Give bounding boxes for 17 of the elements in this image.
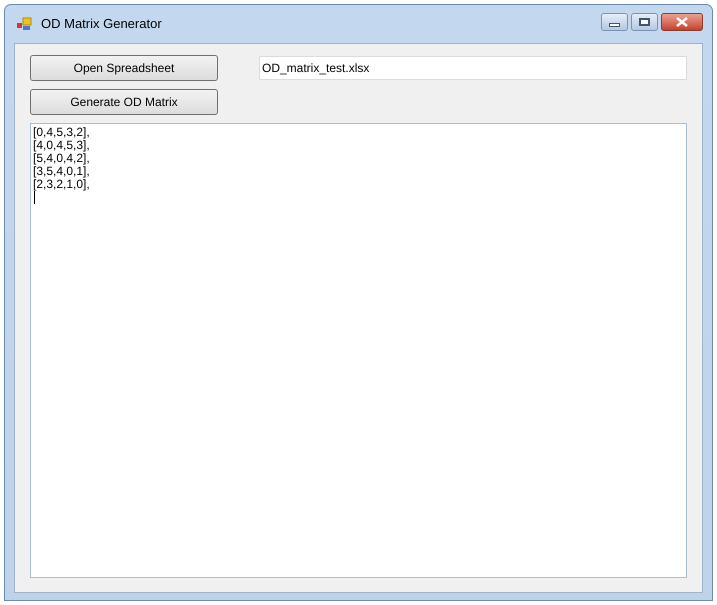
window-title: OD Matrix Generator xyxy=(41,15,162,34)
matrix-row-text: [4,0,4,5,3], xyxy=(33,139,90,152)
matrix-row-text: [3,5,4,0,1], xyxy=(33,165,90,178)
matrix-row-text: [0,4,5,3,2], xyxy=(33,126,90,139)
maximize-icon xyxy=(639,18,650,26)
close-button[interactable] xyxy=(661,13,703,31)
matrix-row-text: [2,3,2,1,0], xyxy=(33,178,90,191)
minimize-icon xyxy=(609,22,620,26)
matrix-row-text: [5,4,0,4,2], xyxy=(33,152,90,165)
app-icon xyxy=(17,17,33,31)
action-button[interactable]: Open Spreadsheet xyxy=(30,55,218,81)
maximize-button[interactable] xyxy=(631,13,658,31)
output-text-area[interactable]: [0,4,5,3,2], [4,0,4,5,3], [5,4,0,4,2], [3,5,4,0,1], [2,3,2,1,0], xyxy=(30,123,687,578)
minimize-button[interactable] xyxy=(601,13,628,31)
action-button[interactable]: Generate OD Matrix xyxy=(30,89,218,115)
file-field[interactable]: OD_matrix_test.xlsx xyxy=(259,56,687,80)
close-icon xyxy=(676,17,688,27)
